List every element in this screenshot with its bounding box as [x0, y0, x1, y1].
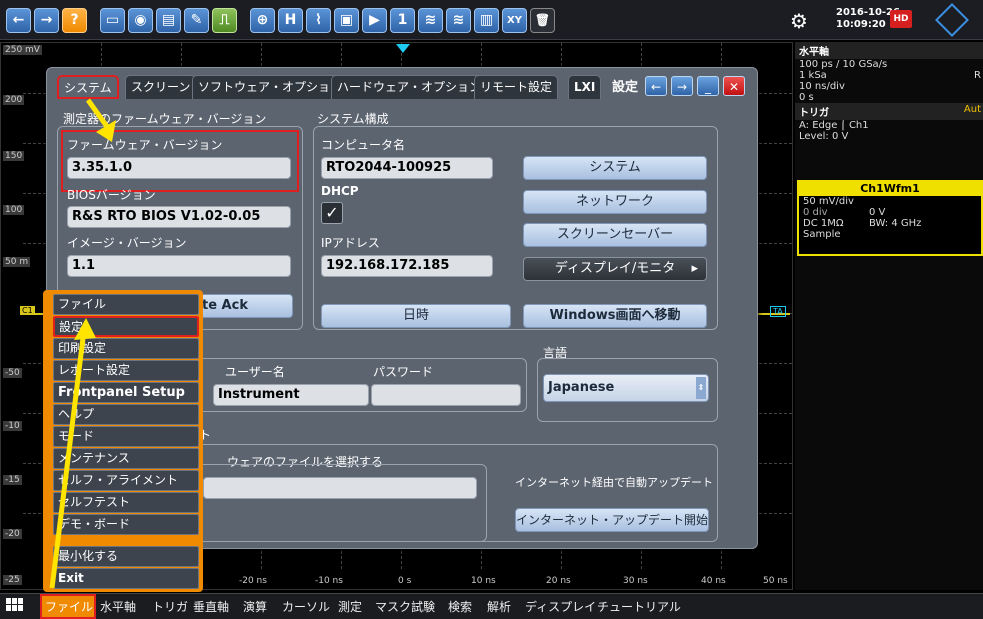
bottom-item-mask-test[interactable]: マスク試験: [375, 598, 435, 615]
bottom-item-tutorial[interactable]: チュートリアル: [597, 598, 681, 615]
bottom-item-search[interactable]: 検索: [448, 598, 472, 615]
bottom-item-trigger[interactable]: トリガ: [152, 598, 188, 615]
bottom-item-analysis[interactable]: 解析: [487, 598, 511, 615]
bottom-item-horizontal[interactable]: 水平軸: [100, 598, 136, 615]
app-grid-icon[interactable]: [6, 598, 24, 614]
annotation-arrow-up: [49, 329, 87, 589]
bottom-item-display[interactable]: ディスプレイ: [525, 598, 596, 615]
bottom-item-vertical[interactable]: 垂直軸: [193, 598, 229, 615]
annotation-arrow-down: [85, 98, 111, 130]
bottom-item-math[interactable]: 演算: [243, 598, 267, 615]
bottom-item-measure[interactable]: 測定: [338, 598, 362, 615]
annotation-arrows: [49, 98, 116, 589]
bottom-item-file[interactable]: ファイル: [45, 598, 93, 615]
bottom-item-cursor[interactable]: カーソル: [282, 598, 330, 615]
annotation-arrowhead-up: [74, 318, 96, 340]
